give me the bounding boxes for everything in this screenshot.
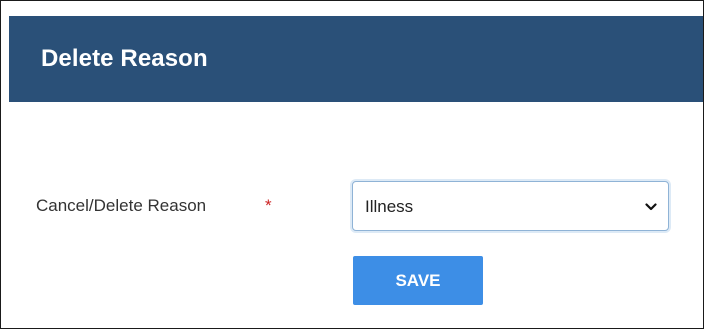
- delete-reason-dialog: Delete Reason Cancel/Delete Reason * Ill…: [0, 0, 704, 329]
- dialog-header: Delete Reason: [9, 16, 703, 102]
- cancel-delete-reason-label: Cancel/Delete Reason: [36, 196, 207, 215]
- chevron-down-icon: [645, 203, 657, 211]
- required-indicator: *: [265, 196, 272, 215]
- reason-select-value: Illness: [365, 197, 414, 216]
- dialog-title: Delete Reason: [41, 45, 208, 72]
- save-button[interactable]: SAVE: [353, 256, 483, 305]
- reason-select[interactable]: Illness: [352, 181, 669, 231]
